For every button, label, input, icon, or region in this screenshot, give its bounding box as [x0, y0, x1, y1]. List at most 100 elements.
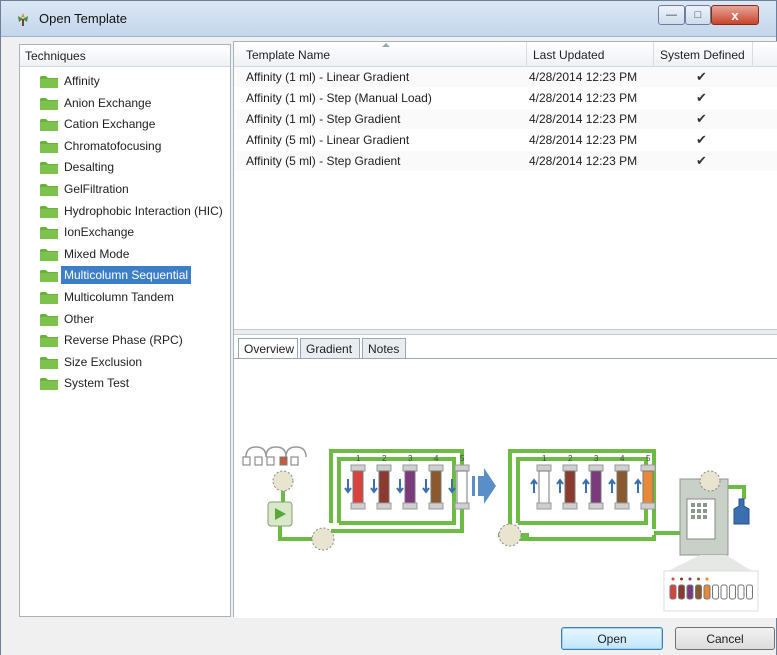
- column-cap: [640, 502, 656, 510]
- title-bar[interactable]: Open Template — □ x: [1, 1, 776, 37]
- technique-item[interactable]: Multicolumn Tandem: [20, 287, 230, 309]
- fraction-tube: [678, 584, 685, 600]
- column-divider[interactable]: [526, 42, 527, 67]
- system-defined-check-icon: ✔: [696, 153, 707, 168]
- technique-label: Multicolumn Sequential: [61, 266, 192, 285]
- column-cap: [588, 464, 604, 472]
- folder-icon: [40, 248, 58, 261]
- technique-item[interactable]: Other: [20, 309, 230, 331]
- technique-item[interactable]: Anion Exchange: [20, 93, 230, 115]
- close-button[interactable]: x: [711, 5, 759, 25]
- fraction-tube: [703, 584, 711, 600]
- column-number-label: 2: [568, 454, 573, 463]
- technique-item[interactable]: Multicolumn Sequential: [20, 265, 230, 287]
- technique-item[interactable]: GelFiltration: [20, 179, 230, 201]
- technique-item[interactable]: Mixed Mode: [20, 244, 230, 266]
- tab-notes[interactable]: Notes: [362, 338, 406, 358]
- template-row[interactable]: Affinity (1 ml) - Linear Gradient 4/28/20…: [234, 67, 777, 87]
- tab-gradient[interactable]: Gradient: [300, 338, 360, 358]
- folder-icon: [40, 205, 58, 218]
- outlet-valve-icon: [699, 470, 721, 492]
- column-cap: [614, 502, 630, 510]
- template-name-cell: Affinity (5 ml) - Linear Gradient: [246, 133, 410, 147]
- technique-label: Mixed Mode: [64, 246, 130, 261]
- technique-label: IonExchange: [64, 225, 135, 240]
- minimize-button[interactable]: —: [658, 5, 685, 25]
- folder-icon: [40, 140, 58, 153]
- folder-icon: [40, 356, 58, 369]
- technique-label: Cation Exchange: [64, 117, 156, 132]
- fraction-tube: [746, 584, 753, 600]
- column-divider[interactable]: [653, 42, 654, 67]
- column-cap: [402, 502, 418, 510]
- inlet-manifold-icon: [242, 446, 307, 466]
- flow-direction-icon: [370, 479, 378, 494]
- flow-direction-icon: [634, 478, 642, 493]
- technique-item[interactable]: Cation Exchange: [20, 114, 230, 136]
- system-defined-check-icon: ✔: [696, 132, 707, 147]
- column-valve-icon: [498, 523, 522, 547]
- techniques-header: Techniques: [20, 45, 230, 67]
- templates-panel: Template Name Last Updated System Define…: [233, 41, 777, 618]
- technique-label: Desalting: [64, 160, 115, 175]
- folder-icon: [40, 97, 58, 110]
- template-row[interactable]: Affinity (1 ml) - Step (Manual Load) 4/28…: [234, 88, 777, 108]
- last-updated-cell: 4/28/2014 12:23 PM: [529, 70, 638, 84]
- folder-icon: [40, 270, 58, 283]
- column-group-left: [344, 464, 470, 510]
- column-5: [456, 470, 468, 504]
- column-4: [616, 470, 628, 504]
- technique-item[interactable]: Affinity: [20, 71, 230, 93]
- tab-overview[interactable]: Overview: [238, 338, 298, 359]
- column-header-system-defined[interactable]: System Defined: [660, 48, 745, 62]
- flow-direction-icon: [582, 478, 590, 493]
- column-number-label: 1: [356, 454, 361, 463]
- fraction-tube: [669, 584, 677, 600]
- open-button[interactable]: Open: [561, 627, 663, 650]
- last-updated-cell: 4/28/2014 12:23 PM: [529, 112, 638, 126]
- column-header-last-updated[interactable]: Last Updated: [533, 48, 604, 62]
- column-number-label: 3: [594, 454, 599, 463]
- column-cap: [376, 464, 392, 472]
- inlet-valve-icon: [272, 470, 294, 492]
- technique-item[interactable]: Reverse Phase (RPC): [20, 330, 230, 352]
- flow-direction-icon: [396, 479, 404, 494]
- column-header-template-name[interactable]: Template Name: [246, 48, 330, 62]
- app-icon: [18, 13, 28, 26]
- template-row[interactable]: Affinity (5 ml) - Linear Gradient 4/28/20…: [234, 130, 777, 150]
- technique-label: GelFiltration: [64, 181, 129, 196]
- fraction-drop: [680, 577, 683, 581]
- technique-label: Chromatofocusing: [64, 138, 162, 153]
- technique-item[interactable]: Hydrophobic Interaction (HIC): [20, 201, 230, 223]
- sort-ascending-icon: [382, 43, 390, 47]
- technique-label: System Test: [64, 376, 130, 391]
- overview-content: 1 2 3 4 5 1 2 3 4 5: [234, 358, 777, 618]
- column-1: [352, 470, 364, 504]
- folder-icon: [40, 162, 58, 175]
- fraction-tube: [720, 584, 728, 600]
- maximize-button[interactable]: □: [685, 5, 711, 25]
- cancel-button[interactable]: Cancel: [675, 627, 775, 650]
- technique-item[interactable]: IonExchange: [20, 222, 230, 244]
- column-cap: [588, 502, 604, 510]
- panel-splitter[interactable]: [234, 329, 777, 335]
- template-row[interactable]: Affinity (1 ml) - Step Gradient 4/28/2014…: [234, 109, 777, 129]
- system-defined-check-icon: ✔: [696, 90, 707, 105]
- column-number-label: 5: [646, 454, 651, 463]
- technique-item[interactable]: Desalting: [20, 157, 230, 179]
- template-row[interactable]: Affinity (5 ml) - Step Gradient 4/28/2014…: [234, 151, 777, 171]
- fraction-tube: [712, 584, 719, 600]
- technique-label: Anion Exchange: [64, 95, 152, 110]
- technique-item[interactable]: System Test: [20, 373, 230, 395]
- column-divider[interactable]: [752, 42, 753, 67]
- technique-item[interactable]: Size Exclusion: [20, 352, 230, 374]
- fraction-drop: [705, 577, 709, 581]
- column-number-label: 1: [542, 454, 547, 463]
- column-2: [564, 470, 576, 504]
- last-updated-cell: 4/28/2014 12:23 PM: [529, 91, 638, 105]
- column-cap: [350, 464, 366, 472]
- technique-label: Other: [64, 311, 95, 326]
- flow-direction-icon: [422, 479, 430, 494]
- column-number-label: 2: [382, 454, 387, 463]
- technique-item[interactable]: Chromatofocusing: [20, 136, 230, 158]
